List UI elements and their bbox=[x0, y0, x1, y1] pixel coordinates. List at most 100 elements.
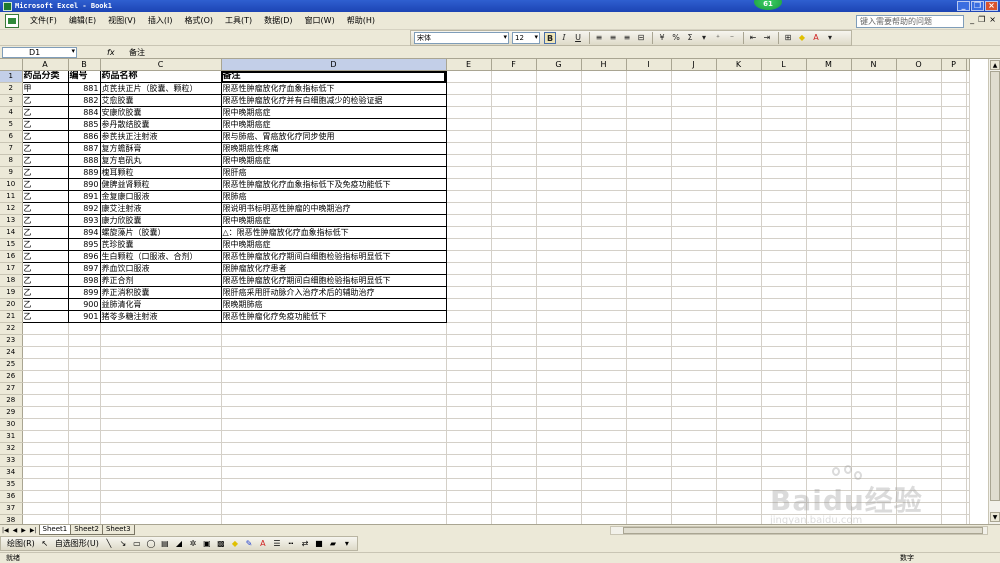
cell[interactable] bbox=[68, 478, 101, 492]
cell[interactable] bbox=[626, 250, 672, 264]
cell[interactable] bbox=[581, 502, 627, 516]
cell[interactable] bbox=[716, 166, 762, 180]
cell[interactable] bbox=[446, 166, 492, 180]
cell[interactable]: 限肝癌 bbox=[220, 166, 447, 180]
cell[interactable] bbox=[941, 274, 967, 288]
cell[interactable] bbox=[446, 394, 492, 408]
doc-close-icon[interactable]: × bbox=[989, 15, 996, 24]
cell[interactable]: 限肿瘤放化疗患者 bbox=[220, 262, 447, 276]
cell[interactable] bbox=[671, 94, 717, 108]
cell[interactable] bbox=[221, 370, 447, 384]
column-header-a[interactable]: A bbox=[22, 59, 69, 72]
cell[interactable] bbox=[761, 370, 807, 384]
minimize-icon[interactable]: _ bbox=[957, 1, 970, 11]
cell[interactable] bbox=[626, 490, 672, 504]
cell[interactable] bbox=[896, 334, 942, 348]
cell[interactable] bbox=[851, 442, 897, 456]
cell[interactable] bbox=[491, 406, 537, 420]
cell[interactable]: 限晚期癌性疼痛 bbox=[220, 142, 447, 156]
row-header[interactable]: 15 bbox=[0, 238, 23, 252]
merge-center-icon[interactable]: ⊟ bbox=[635, 32, 647, 44]
cell[interactable] bbox=[68, 334, 101, 348]
cell[interactable] bbox=[491, 118, 537, 132]
cell[interactable]: 限晚期肺癌 bbox=[220, 298, 447, 312]
cell[interactable] bbox=[446, 250, 492, 264]
cell[interactable] bbox=[491, 94, 537, 108]
cell[interactable] bbox=[716, 286, 762, 300]
cell[interactable] bbox=[896, 202, 942, 216]
cell[interactable]: 康艾注射液 bbox=[99, 202, 222, 216]
cell[interactable] bbox=[671, 250, 717, 264]
cell[interactable] bbox=[626, 274, 672, 288]
cell[interactable] bbox=[941, 226, 967, 240]
cell[interactable] bbox=[716, 322, 762, 336]
cell[interactable] bbox=[626, 166, 672, 180]
cell[interactable] bbox=[491, 202, 537, 216]
cell[interactable] bbox=[626, 178, 672, 192]
cell[interactable] bbox=[626, 142, 672, 156]
cell[interactable] bbox=[941, 166, 967, 180]
cell[interactable] bbox=[896, 70, 942, 84]
cell[interactable] bbox=[966, 226, 970, 240]
row-header[interactable]: 29 bbox=[0, 406, 23, 420]
cell[interactable] bbox=[491, 478, 537, 492]
cell[interactable] bbox=[671, 358, 717, 372]
cell[interactable] bbox=[22, 442, 69, 456]
cell[interactable] bbox=[581, 382, 627, 396]
cell[interactable] bbox=[100, 454, 222, 468]
cell[interactable] bbox=[806, 358, 852, 372]
italic-button[interactable]: I bbox=[558, 32, 570, 44]
cell[interactable] bbox=[851, 274, 897, 288]
cell[interactable] bbox=[716, 502, 762, 516]
cell[interactable]: 乙 bbox=[21, 190, 69, 204]
cell[interactable] bbox=[491, 430, 537, 444]
cell[interactable] bbox=[851, 130, 897, 144]
cell[interactable] bbox=[446, 322, 492, 336]
tab-sheet1[interactable]: Sheet1 bbox=[38, 525, 72, 535]
oval-icon[interactable]: ◯ bbox=[146, 539, 156, 548]
cell[interactable] bbox=[446, 214, 492, 228]
cell[interactable] bbox=[851, 262, 897, 276]
menu-tools[interactable]: 工具(T) bbox=[219, 15, 258, 26]
cell[interactable] bbox=[716, 250, 762, 264]
cell[interactable] bbox=[806, 178, 852, 192]
cell[interactable] bbox=[22, 322, 69, 336]
cell[interactable] bbox=[966, 454, 970, 468]
cell[interactable]: 乙 bbox=[21, 154, 69, 168]
cell[interactable] bbox=[581, 94, 627, 108]
arrow-icon[interactable]: ↘ bbox=[118, 539, 128, 548]
cell[interactable]: 养血饮口服液 bbox=[99, 262, 222, 276]
cell[interactable] bbox=[806, 274, 852, 288]
cell[interactable] bbox=[491, 298, 537, 312]
row-header[interactable]: 24 bbox=[0, 346, 23, 360]
cell[interactable]: 乙 bbox=[21, 298, 69, 312]
cell[interactable] bbox=[491, 466, 537, 480]
cell[interactable] bbox=[581, 346, 627, 360]
cell[interactable] bbox=[716, 118, 762, 132]
cell[interactable] bbox=[716, 226, 762, 240]
cell[interactable]: 888 bbox=[67, 154, 101, 168]
cell[interactable] bbox=[626, 322, 672, 336]
cell[interactable] bbox=[68, 430, 101, 444]
cell[interactable]: 乙 bbox=[21, 250, 69, 264]
cell[interactable] bbox=[581, 130, 627, 144]
menu-view[interactable]: 视图(V) bbox=[102, 15, 142, 26]
cell[interactable]: 限中晚期癌症 bbox=[220, 214, 447, 228]
cell[interactable] bbox=[671, 298, 717, 312]
cell[interactable] bbox=[626, 346, 672, 360]
cell[interactable] bbox=[966, 142, 970, 156]
cell[interactable] bbox=[851, 370, 897, 384]
row-header[interactable]: 35 bbox=[0, 478, 23, 492]
cell[interactable]: 药品分类 bbox=[21, 70, 69, 84]
column-header-g[interactable]: G bbox=[536, 59, 582, 72]
column-header-h[interactable]: H bbox=[581, 59, 627, 72]
cell[interactable] bbox=[941, 250, 967, 264]
cell[interactable] bbox=[966, 346, 970, 360]
cell[interactable]: 限恶性肿瘤放化疗期间白细胞检验指标明显低下 bbox=[220, 274, 447, 288]
cell[interactable] bbox=[68, 346, 101, 360]
cell[interactable] bbox=[22, 358, 69, 372]
cell[interactable] bbox=[966, 70, 970, 84]
cell[interactable] bbox=[896, 346, 942, 360]
menu-edit[interactable]: 编辑(E) bbox=[63, 15, 102, 26]
row-header[interactable]: 13 bbox=[0, 214, 23, 228]
